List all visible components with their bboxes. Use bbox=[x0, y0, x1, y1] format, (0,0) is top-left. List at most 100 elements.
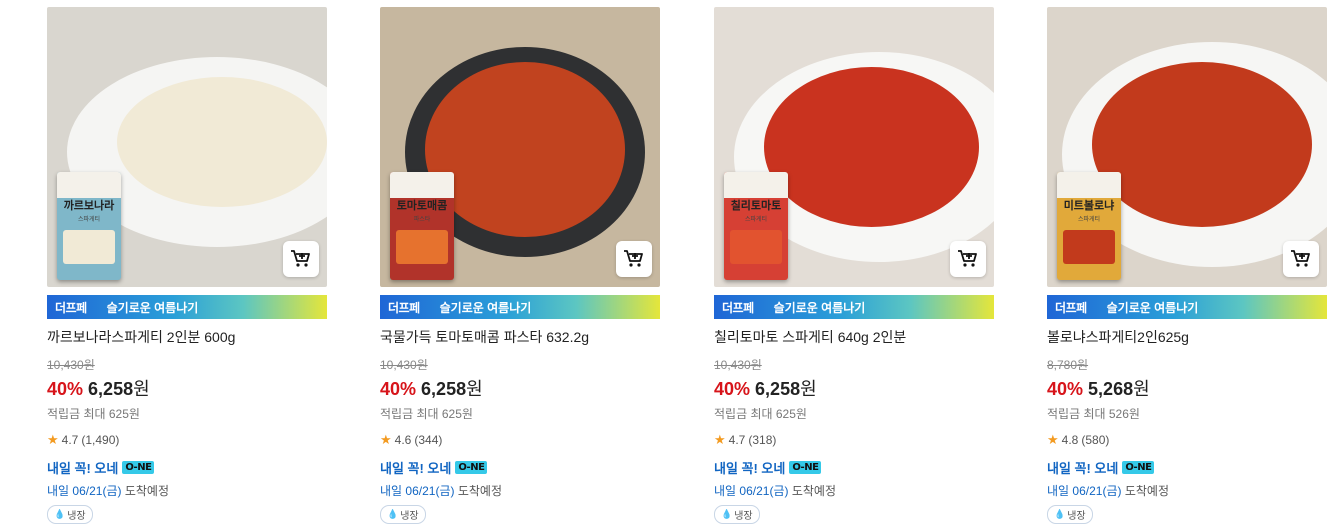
price-unit: 원 bbox=[800, 379, 817, 399]
product-title[interactable]: 볼로냐스파게티2인625g bbox=[1047, 327, 1327, 347]
product-image[interactable]: 까르보나라 스파게티 bbox=[47, 7, 327, 287]
delivery-promise: 내일 꼭! 오네 O-NE bbox=[714, 458, 994, 477]
arrival-suffix: 도착예정 bbox=[124, 484, 169, 498]
product-image[interactable]: 미트볼로냐 스파게티 bbox=[1047, 7, 1327, 287]
package-label: 까르보나라 bbox=[63, 199, 115, 212]
rating-score: 4.6 bbox=[394, 433, 412, 447]
package-photo bbox=[1063, 230, 1115, 264]
add-to-cart-button[interactable] bbox=[616, 241, 652, 277]
discount-rate: 40% bbox=[47, 379, 84, 399]
promo-banner[interactable]: 더프페 슬기로운 여름나기 bbox=[1047, 295, 1327, 319]
price-row: 40% 5,268원 bbox=[1047, 375, 1327, 401]
arrival-info: 내일 06/21(금) 도착예정 bbox=[714, 482, 994, 499]
add-to-cart-button[interactable] bbox=[1283, 241, 1319, 277]
price-row: 40% 6,258원 bbox=[380, 375, 660, 401]
one-delivery-badge: O-NE bbox=[455, 461, 488, 474]
arrival-date: 내일 06/21(금) bbox=[47, 484, 122, 498]
price-row: 40% 6,258원 bbox=[47, 375, 327, 401]
reward-points: 적립금 최대 526원 bbox=[1047, 407, 1140, 421]
sale-price: 6,258 bbox=[88, 379, 134, 399]
reward-points: 적립금 최대 625원 bbox=[714, 407, 807, 421]
pasta bbox=[117, 77, 327, 207]
rating: ★ 4.6 (344) bbox=[380, 432, 660, 448]
original-price: 10,430원 bbox=[47, 358, 95, 372]
package-image: 토마토매콤 파스타 bbox=[390, 172, 454, 280]
package-photo bbox=[396, 230, 448, 264]
product-card[interactable]: 미트볼로냐 스파게티 더프페 슬기로운 여름나기 볼로냐스파게티2인625g 8… bbox=[1047, 7, 1327, 524]
cart-plus-icon bbox=[624, 250, 643, 267]
promo-banner[interactable]: 더프페 슬기로운 여름나기 bbox=[47, 295, 327, 319]
package-label: 미트볼로냐 bbox=[1063, 199, 1115, 212]
reward-points: 적립금 최대 625원 bbox=[380, 407, 473, 421]
sale-price: 6,258 bbox=[421, 379, 467, 399]
product-card[interactable]: 토마토매콤 파스타 더프페 슬기로운 여름나기 국물가득 토마토매콤 파스타 6… bbox=[380, 7, 660, 524]
star-icon: ★ bbox=[714, 432, 726, 447]
star-icon: ★ bbox=[47, 432, 59, 447]
promo-brand: 더프페 bbox=[55, 300, 87, 315]
delivery-label: 내일 꼭! 오네 bbox=[1047, 461, 1119, 476]
reward-points: 적립금 최대 625원 bbox=[47, 407, 140, 421]
delivery-promise: 내일 꼭! 오네 O-NE bbox=[47, 458, 327, 477]
product-card[interactable]: 칠리토마토 스파게티 더프페 슬기로운 여름나기 칠리토마토 스파게티 640g… bbox=[714, 7, 994, 524]
pasta bbox=[764, 67, 979, 227]
product-image[interactable]: 칠리토마토 스파게티 bbox=[714, 7, 994, 287]
rating-score: 4.7 bbox=[728, 433, 746, 447]
package-label: 토마토매콤 bbox=[396, 199, 448, 212]
storage-badge: 💧 냉장 bbox=[714, 505, 760, 524]
arrival-info: 내일 06/21(금) 도착예정 bbox=[1047, 482, 1327, 499]
water-drop-icon: 💧 bbox=[54, 509, 66, 519]
arrival-suffix: 도착예정 bbox=[1124, 484, 1169, 498]
rating: ★ 4.7 (1,490) bbox=[47, 432, 327, 448]
package-sublabel: 스파게티 bbox=[744, 217, 768, 223]
product-title[interactable]: 국물가득 토마토매콤 파스타 632.2g bbox=[380, 327, 660, 347]
promo-banner[interactable]: 더프페 슬기로운 여름나기 bbox=[714, 295, 994, 319]
rating-score: 4.8 bbox=[1061, 433, 1079, 447]
package-image: 칠리토마토 스파게티 bbox=[724, 172, 788, 280]
package-sublabel: 스파게티 bbox=[77, 217, 101, 223]
promo-brand: 더프페 bbox=[388, 300, 420, 315]
storage-badge: 💧 냉장 bbox=[1047, 505, 1093, 524]
storage-label: 냉장 bbox=[734, 511, 753, 522]
delivery-label: 내일 꼭! 오네 bbox=[47, 461, 119, 476]
add-to-cart-button[interactable] bbox=[283, 241, 319, 277]
price-unit: 원 bbox=[1133, 379, 1150, 399]
cart-plus-icon bbox=[1291, 250, 1310, 267]
promo-brand: 더프페 bbox=[722, 300, 754, 315]
product-image[interactable]: 토마토매콤 파스타 bbox=[380, 7, 660, 287]
sale-price: 5,268 bbox=[1088, 379, 1134, 399]
discount-rate: 40% bbox=[714, 379, 751, 399]
price-row: 40% 6,258원 bbox=[714, 375, 994, 401]
original-price: 10,430원 bbox=[714, 358, 762, 372]
review-count: (1,490) bbox=[81, 433, 120, 447]
package-image: 미트볼로냐 스파게티 bbox=[1057, 172, 1121, 280]
arrival-info: 내일 06/21(금) 도착예정 bbox=[380, 482, 660, 499]
water-drop-icon: 💧 bbox=[387, 509, 399, 519]
cart-plus-icon bbox=[291, 250, 310, 267]
arrival-date: 내일 06/21(금) bbox=[1047, 484, 1122, 498]
promo-event: 슬기로운 여름나기 bbox=[439, 300, 532, 315]
package-photo bbox=[730, 230, 782, 264]
storage-label: 냉장 bbox=[400, 511, 419, 522]
original-price: 8,780원 bbox=[1047, 358, 1089, 372]
delivery-promise: 내일 꼭! 오네 O-NE bbox=[380, 458, 660, 477]
product-title[interactable]: 칠리토마토 스파게티 640g 2인분 bbox=[714, 327, 994, 347]
one-delivery-badge: O-NE bbox=[122, 461, 155, 474]
arrival-suffix: 도착예정 bbox=[791, 484, 836, 498]
arrival-date: 내일 06/21(금) bbox=[380, 484, 455, 498]
delivery-label: 내일 꼭! 오네 bbox=[714, 461, 786, 476]
storage-label: 냉장 bbox=[1067, 511, 1086, 522]
product-card[interactable]: 까르보나라 스파게티 더프페 슬기로운 여름나기 까르보나라스파게티 2인분 6… bbox=[47, 7, 327, 524]
rating: ★ 4.8 (580) bbox=[1047, 432, 1327, 448]
sale-price: 6,258 bbox=[755, 379, 801, 399]
storage-label: 냉장 bbox=[67, 511, 86, 522]
price-unit: 원 bbox=[466, 379, 483, 399]
review-count: (344) bbox=[414, 433, 443, 447]
arrival-date: 내일 06/21(금) bbox=[714, 484, 789, 498]
product-title[interactable]: 까르보나라스파게티 2인분 600g bbox=[47, 327, 327, 347]
price-unit: 원 bbox=[133, 379, 150, 399]
pasta bbox=[425, 62, 625, 237]
promo-banner[interactable]: 더프페 슬기로운 여름나기 bbox=[380, 295, 660, 319]
add-to-cart-button[interactable] bbox=[950, 241, 986, 277]
water-drop-icon: 💧 bbox=[1054, 509, 1066, 519]
delivery-promise: 내일 꼭! 오네 O-NE bbox=[1047, 458, 1327, 477]
